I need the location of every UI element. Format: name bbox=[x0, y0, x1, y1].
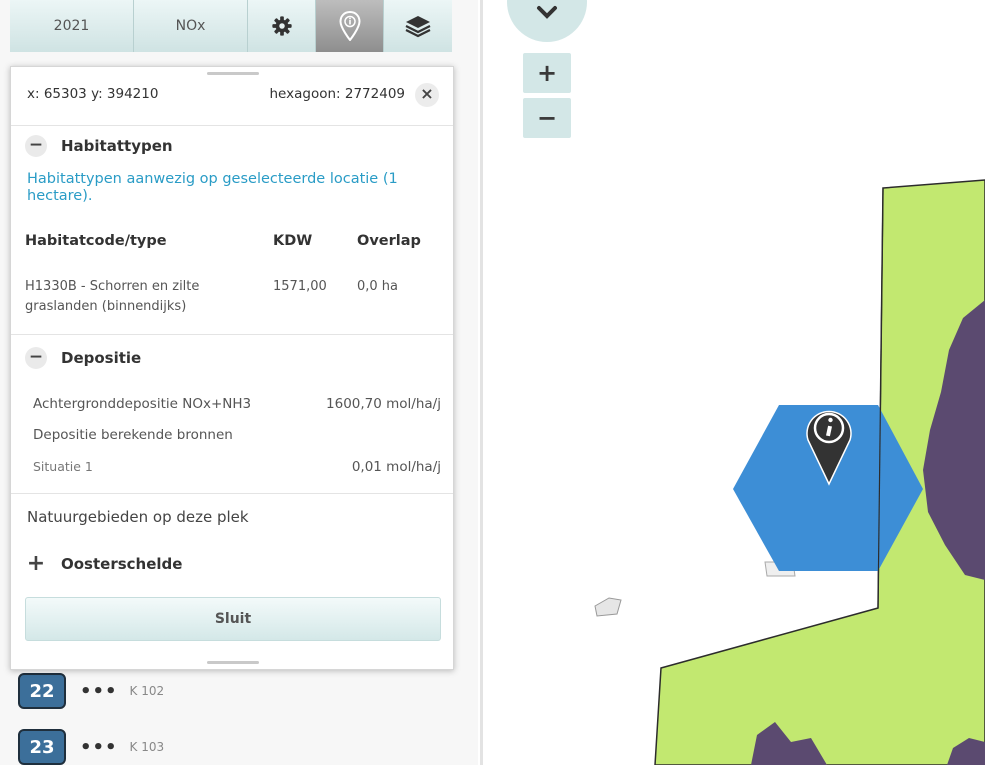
year-selector[interactable]: 2021 bbox=[10, 0, 134, 52]
hexagon-id: hexagoon: 2772409 bbox=[269, 86, 406, 102]
close-button[interactable]: Sluit bbox=[25, 597, 441, 641]
small-plot bbox=[594, 597, 622, 617]
collapse-icon[interactable]: − bbox=[25, 135, 47, 157]
info-marker-icon bbox=[338, 11, 361, 41]
column-header: Overlap bbox=[357, 233, 421, 249]
overlap-cell: 0,0 ha bbox=[357, 279, 399, 294]
section-title: Depositie bbox=[61, 349, 142, 367]
expand-icon[interactable]: + bbox=[25, 553, 47, 575]
close-icon[interactable]: × bbox=[415, 83, 439, 107]
column-header: KDW bbox=[273, 233, 313, 249]
section-title: Habitattypen bbox=[61, 137, 173, 155]
layers-icon bbox=[405, 16, 431, 38]
settings-button[interactable] bbox=[248, 0, 316, 52]
info-popup: x: 65303 y: 394210 hexagoon: 2772409 × −… bbox=[10, 66, 454, 670]
nature-area-name: Oosterschelde bbox=[61, 555, 183, 573]
computed-deposition-label: Depositie berekende bronnen bbox=[33, 427, 233, 443]
list-item-label: K 102 bbox=[129, 684, 165, 698]
divider bbox=[11, 493, 453, 494]
collapse-icon[interactable]: − bbox=[25, 347, 47, 369]
situation-label: Situatie 1 bbox=[33, 459, 93, 474]
habitat-section-header[interactable]: − Habitattypen bbox=[25, 133, 173, 159]
divider bbox=[11, 125, 453, 126]
nature-area-item[interactable]: + Oosterschelde bbox=[25, 551, 183, 577]
more-options-icon[interactable]: ••• bbox=[80, 681, 118, 702]
deposition-section-header[interactable]: − Depositie bbox=[25, 345, 141, 371]
collapse-button[interactable] bbox=[507, 0, 587, 42]
column-header: Habitatcode/type bbox=[25, 233, 167, 249]
substance-selector[interactable]: NOx bbox=[134, 0, 248, 52]
list-item-number: 23 bbox=[18, 729, 66, 765]
more-options-icon[interactable]: ••• bbox=[80, 737, 118, 758]
habitat-description-link[interactable]: Habitattypen aanwezig op geselecteerde l… bbox=[27, 171, 437, 205]
left-panel: 2021 NOx 22 ••• K 102 23 ••• K 103 x: 65… bbox=[0, 0, 478, 765]
list-item[interactable]: 22 ••• K 102 bbox=[18, 673, 164, 709]
toolbar: 2021 NOx bbox=[10, 0, 452, 52]
divider bbox=[11, 334, 453, 335]
coordinates-readout: x: 65303 y: 394210 bbox=[27, 86, 159, 102]
list-item-number: 22 bbox=[18, 673, 66, 709]
situation-value: 0,01 mol/ha/j bbox=[351, 459, 441, 475]
layers-button[interactable] bbox=[384, 0, 452, 52]
background-deposition-value: 1600,70 mol/ha/j bbox=[326, 396, 441, 412]
drag-handle[interactable] bbox=[207, 72, 259, 75]
map-canvas[interactable]: + − bbox=[483, 0, 985, 765]
habitat-type-cell: H1330B - Schorren en zilte graslanden (b… bbox=[25, 279, 200, 314]
zoom-in-button[interactable]: + bbox=[523, 53, 571, 93]
zoom-out-button[interactable]: − bbox=[523, 98, 571, 138]
kdw-cell: 1571,00 bbox=[273, 279, 327, 294]
list-item[interactable]: 23 ••• K 103 bbox=[18, 729, 164, 765]
info-marker-button[interactable] bbox=[316, 0, 384, 52]
popup-header: x: 65303 y: 394210 hexagoon: 2772409 × bbox=[11, 81, 453, 125]
list-item-label: K 103 bbox=[129, 740, 165, 754]
nature-areas-heading: Natuurgebieden op deze plek bbox=[27, 508, 249, 526]
background-deposition-label: Achtergronddepositie NOx+NH3 bbox=[33, 396, 252, 412]
drag-handle[interactable] bbox=[207, 661, 259, 664]
gear-icon bbox=[271, 16, 292, 36]
